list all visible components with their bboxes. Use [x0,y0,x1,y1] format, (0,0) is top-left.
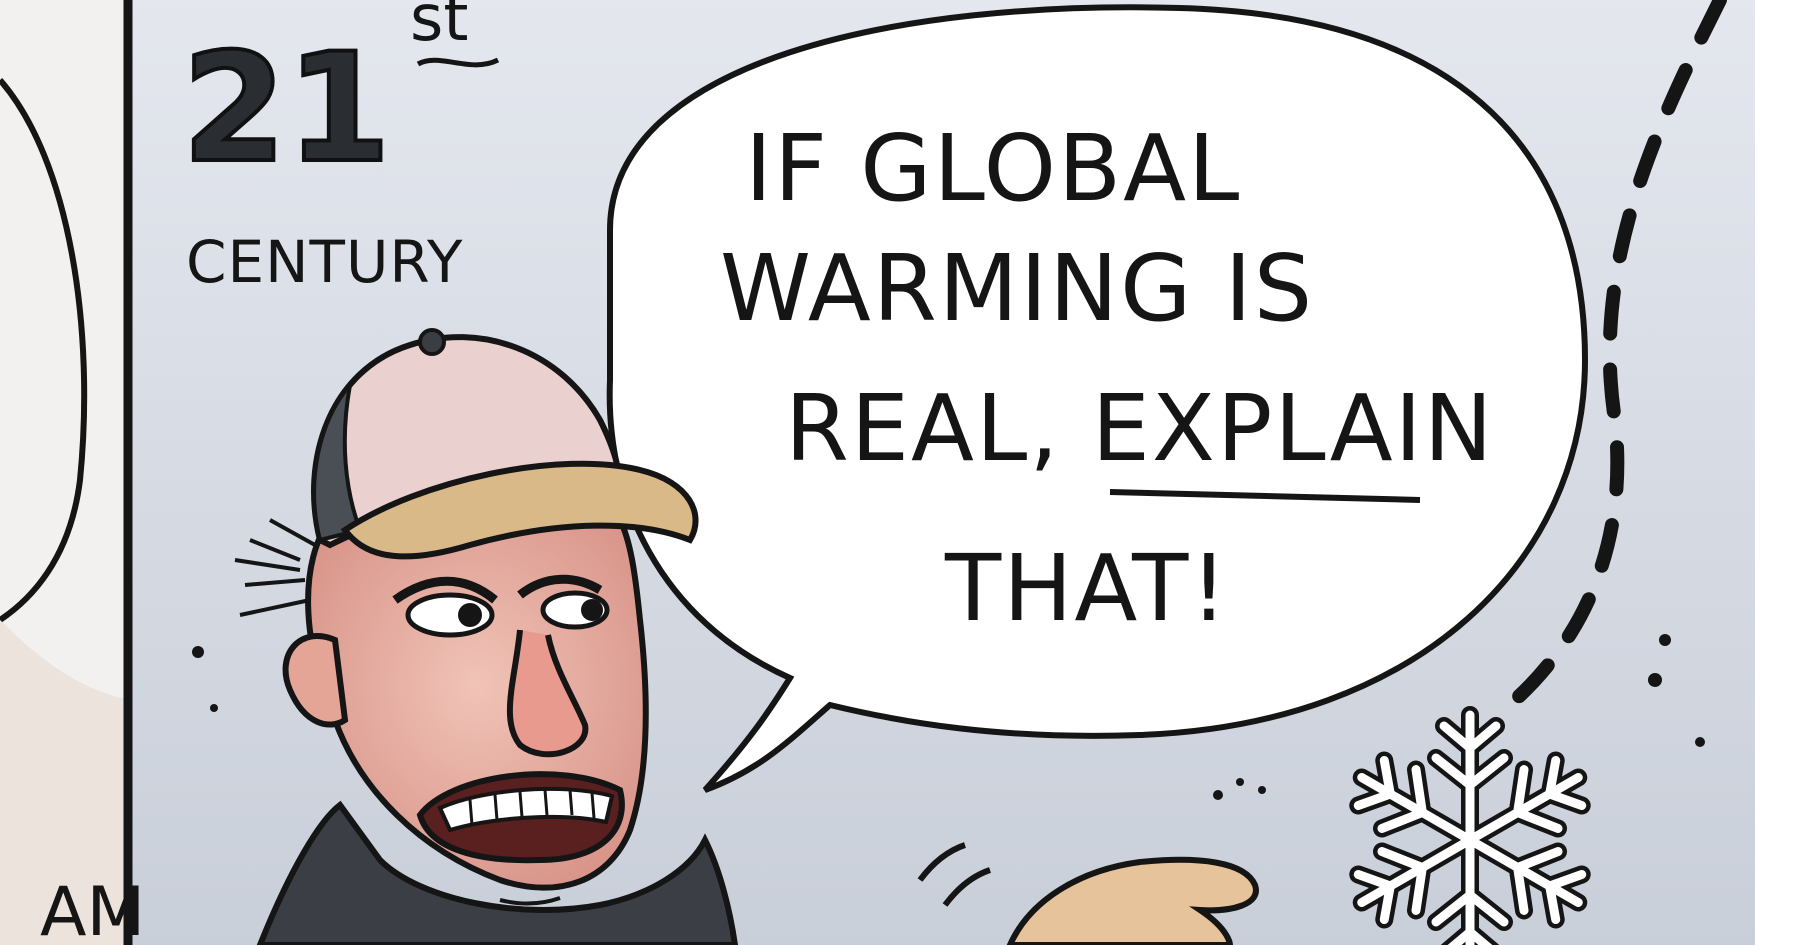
cartoon-illustration: 21 st CENTURY AM IF GLOBAL WARMING IS RE… [0,0,1800,945]
man-cap-button [418,328,446,356]
speech-line-4: THAT! [944,535,1229,642]
artist-signature: AM [40,873,145,945]
speech-line-2: WARMING IS [720,235,1314,342]
man-pupil-right [581,599,603,621]
man-pupil-left [458,603,482,627]
speech-line-1: IF GLOBAL [745,115,1241,222]
caption-word: CENTURY [186,228,463,296]
speech-line-3: REAL, EXPLAIN [785,375,1495,482]
caption-number: 21 [182,22,391,196]
right-margin [1755,0,1800,945]
cartoon-panel: 21 st CENTURY AM IF GLOBAL WARMING IS RE… [0,0,1800,945]
caption-suffix: st [410,0,468,56]
